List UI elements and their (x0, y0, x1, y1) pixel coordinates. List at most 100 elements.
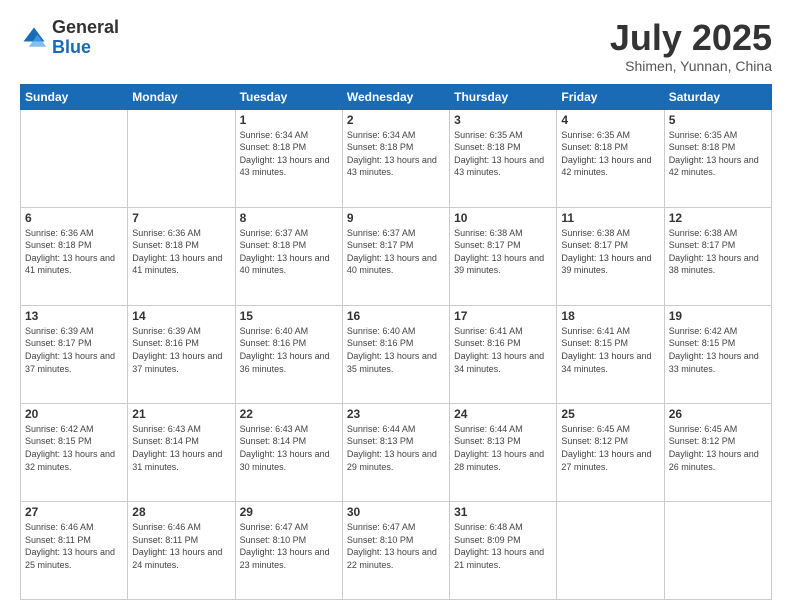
day-number: 26 (669, 407, 767, 421)
day-info: Sunrise: 6:34 AMSunset: 8:18 PMDaylight:… (347, 129, 445, 179)
col-friday: Friday (557, 84, 664, 109)
calendar-table: Sunday Monday Tuesday Wednesday Thursday… (20, 84, 772, 600)
day-cell: 24 Sunrise: 6:44 AMSunset: 8:13 PMDayligh… (450, 403, 557, 501)
page: General Blue July 2025 Shimen, Yunnan, C… (0, 0, 792, 612)
col-saturday: Saturday (664, 84, 771, 109)
day-cell (557, 501, 664, 599)
title-block: July 2025 Shimen, Yunnan, China (610, 18, 772, 74)
day-number: 5 (669, 113, 767, 127)
day-info: Sunrise: 6:41 AMSunset: 8:15 PMDaylight:… (561, 325, 659, 375)
day-number: 18 (561, 309, 659, 323)
day-info: Sunrise: 6:34 AMSunset: 8:18 PMDaylight:… (240, 129, 338, 179)
day-info: Sunrise: 6:48 AMSunset: 8:09 PMDaylight:… (454, 521, 552, 571)
day-number: 6 (25, 211, 123, 225)
day-info: Sunrise: 6:35 AMSunset: 8:18 PMDaylight:… (454, 129, 552, 179)
day-number: 22 (240, 407, 338, 421)
week-row-2: 6 Sunrise: 6:36 AMSunset: 8:18 PMDaylight… (21, 207, 772, 305)
day-number: 27 (25, 505, 123, 519)
day-cell: 12 Sunrise: 6:38 AMSunset: 8:17 PMDayligh… (664, 207, 771, 305)
week-row-4: 20Sunrise: 6:42 AMSunset: 8:15 PMDayligh… (21, 403, 772, 501)
day-cell: 14Sunrise: 6:39 AMSunset: 8:16 PMDayligh… (128, 305, 235, 403)
day-cell: 31Sunrise: 6:48 AMSunset: 8:09 PMDayligh… (450, 501, 557, 599)
day-number: 10 (454, 211, 552, 225)
day-number: 4 (561, 113, 659, 127)
logo-blue-text: Blue (52, 37, 91, 57)
day-cell: 13Sunrise: 6:39 AMSunset: 8:17 PMDayligh… (21, 305, 128, 403)
day-info: Sunrise: 6:38 AMSunset: 8:17 PMDaylight:… (561, 227, 659, 277)
day-number: 24 (454, 407, 552, 421)
logo-icon (20, 24, 48, 52)
day-info: Sunrise: 6:44 AMSunset: 8:13 PMDaylight:… (347, 423, 445, 473)
logo-text: General Blue (52, 18, 119, 58)
day-info: Sunrise: 6:37 AMSunset: 8:17 PMDaylight:… (347, 227, 445, 277)
week-row-3: 13Sunrise: 6:39 AMSunset: 8:17 PMDayligh… (21, 305, 772, 403)
day-info: Sunrise: 6:39 AMSunset: 8:17 PMDaylight:… (25, 325, 123, 375)
day-info: Sunrise: 6:36 AMSunset: 8:18 PMDaylight:… (132, 227, 230, 277)
day-info: Sunrise: 6:45 AMSunset: 8:12 PMDaylight:… (561, 423, 659, 473)
day-cell: 17 Sunrise: 6:41 AMSunset: 8:16 PMDayligh… (450, 305, 557, 403)
day-number: 11 (561, 211, 659, 225)
col-wednesday: Wednesday (342, 84, 449, 109)
day-cell: 20Sunrise: 6:42 AMSunset: 8:15 PMDayligh… (21, 403, 128, 501)
day-info: Sunrise: 6:40 AMSunset: 8:16 PMDaylight:… (240, 325, 338, 375)
col-monday: Monday (128, 84, 235, 109)
day-cell: 16 Sunrise: 6:40 AMSunset: 8:16 PMDayligh… (342, 305, 449, 403)
day-number: 30 (347, 505, 445, 519)
day-info: Sunrise: 6:40 AMSunset: 8:16 PMDaylight:… (347, 325, 445, 375)
header: General Blue July 2025 Shimen, Yunnan, C… (20, 18, 772, 74)
day-info: Sunrise: 6:41 AMSunset: 8:16 PMDaylight:… (454, 325, 552, 375)
day-number: 12 (669, 211, 767, 225)
day-cell: 4 Sunrise: 6:35 AMSunset: 8:18 PMDaylight… (557, 109, 664, 207)
col-thursday: Thursday (450, 84, 557, 109)
day-cell: 18 Sunrise: 6:41 AMSunset: 8:15 PMDayligh… (557, 305, 664, 403)
day-cell: 23 Sunrise: 6:44 AMSunset: 8:13 PMDayligh… (342, 403, 449, 501)
day-info: Sunrise: 6:47 AMSunset: 8:10 PMDaylight:… (240, 521, 338, 571)
day-cell: 27 Sunrise: 6:46 AMSunset: 8:11 PMDayligh… (21, 501, 128, 599)
day-cell (664, 501, 771, 599)
day-cell: 10 Sunrise: 6:38 AMSunset: 8:17 PMDayligh… (450, 207, 557, 305)
day-cell: 29 Sunrise: 6:47 AMSunset: 8:10 PMDayligh… (235, 501, 342, 599)
day-number: 29 (240, 505, 338, 519)
header-row: Sunday Monday Tuesday Wednesday Thursday… (21, 84, 772, 109)
day-info: Sunrise: 6:38 AMSunset: 8:17 PMDaylight:… (669, 227, 767, 277)
day-cell: 25 Sunrise: 6:45 AMSunset: 8:12 PMDayligh… (557, 403, 664, 501)
day-cell (21, 109, 128, 207)
logo: General Blue (20, 18, 119, 58)
day-number: 7 (132, 211, 230, 225)
col-sunday: Sunday (21, 84, 128, 109)
col-tuesday: Tuesday (235, 84, 342, 109)
day-number: 14 (132, 309, 230, 323)
day-info: Sunrise: 6:38 AMSunset: 8:17 PMDaylight:… (454, 227, 552, 277)
day-cell: 2Sunrise: 6:34 AMSunset: 8:18 PMDaylight… (342, 109, 449, 207)
day-cell: 30 Sunrise: 6:47 AMSunset: 8:10 PMDayligh… (342, 501, 449, 599)
day-info: Sunrise: 6:37 AMSunset: 8:18 PMDaylight:… (240, 227, 338, 277)
day-info: Sunrise: 6:43 AMSunset: 8:14 PMDaylight:… (132, 423, 230, 473)
day-number: 25 (561, 407, 659, 421)
location-subtitle: Shimen, Yunnan, China (610, 58, 772, 74)
day-number: 28 (132, 505, 230, 519)
week-row-5: 27 Sunrise: 6:46 AMSunset: 8:11 PMDayligh… (21, 501, 772, 599)
day-cell: 15Sunrise: 6:40 AMSunset: 8:16 PMDayligh… (235, 305, 342, 403)
calendar-body: 1Sunrise: 6:34 AMSunset: 8:18 PMDaylight… (21, 109, 772, 599)
day-info: Sunrise: 6:42 AMSunset: 8:15 PMDaylight:… (25, 423, 123, 473)
day-number: 8 (240, 211, 338, 225)
day-cell: 21Sunrise: 6:43 AMSunset: 8:14 PMDayligh… (128, 403, 235, 501)
day-info: Sunrise: 6:35 AMSunset: 8:18 PMDaylight:… (561, 129, 659, 179)
day-info: Sunrise: 6:42 AMSunset: 8:15 PMDaylight:… (669, 325, 767, 375)
day-number: 16 (347, 309, 445, 323)
day-number: 17 (454, 309, 552, 323)
day-number: 19 (669, 309, 767, 323)
day-info: Sunrise: 6:47 AMSunset: 8:10 PMDaylight:… (347, 521, 445, 571)
day-info: Sunrise: 6:35 AMSunset: 8:18 PMDaylight:… (669, 129, 767, 179)
day-number: 23 (347, 407, 445, 421)
day-info: Sunrise: 6:46 AMSunset: 8:11 PMDaylight:… (25, 521, 123, 571)
day-cell: 26Sunrise: 6:45 AMSunset: 8:12 PMDayligh… (664, 403, 771, 501)
day-cell: 28 Sunrise: 6:46 AMSunset: 8:11 PMDayligh… (128, 501, 235, 599)
day-info: Sunrise: 6:44 AMSunset: 8:13 PMDaylight:… (454, 423, 552, 473)
day-cell: 5 Sunrise: 6:35 AMSunset: 8:18 PMDaylight… (664, 109, 771, 207)
week-row-1: 1Sunrise: 6:34 AMSunset: 8:18 PMDaylight… (21, 109, 772, 207)
day-cell: 19 Sunrise: 6:42 AMSunset: 8:15 PMDayligh… (664, 305, 771, 403)
day-cell: 8 Sunrise: 6:37 AMSunset: 8:18 PMDaylight… (235, 207, 342, 305)
logo-general-text: General (52, 17, 119, 37)
day-info: Sunrise: 6:46 AMSunset: 8:11 PMDaylight:… (132, 521, 230, 571)
